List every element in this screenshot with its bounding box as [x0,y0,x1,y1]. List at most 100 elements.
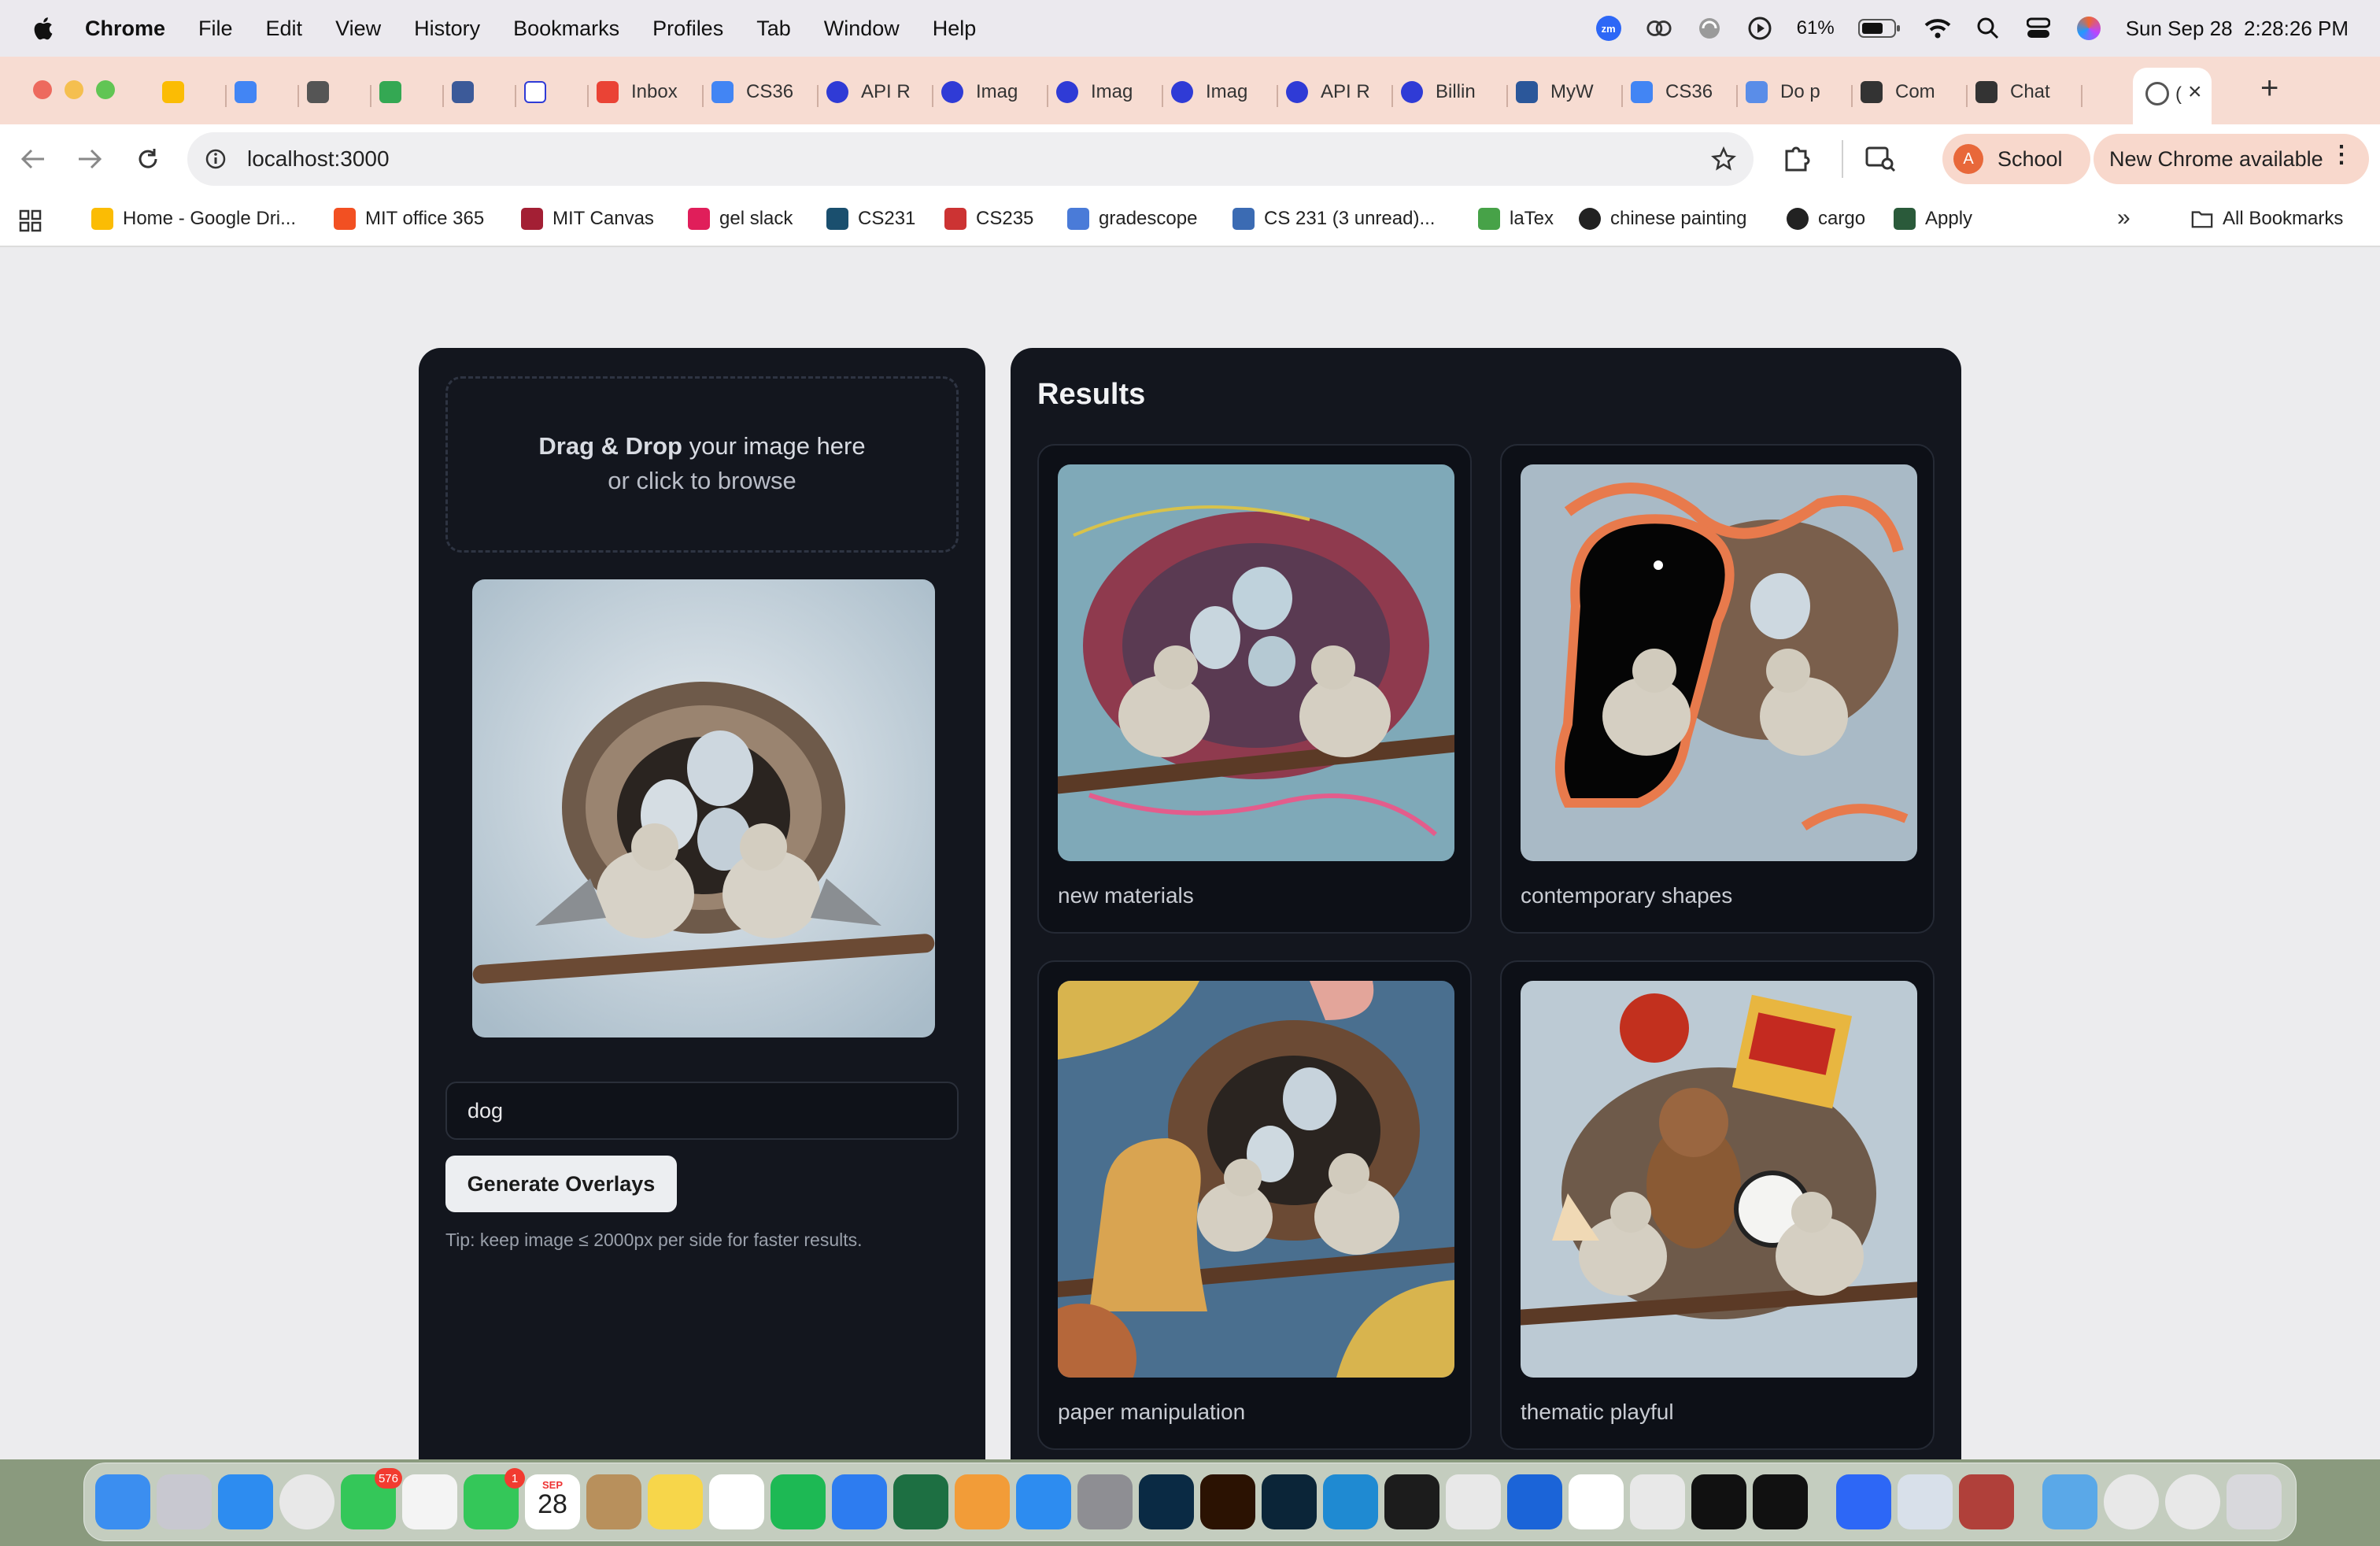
contacts-icon[interactable] [586,1474,641,1529]
control-center-icon[interactable] [2025,15,2052,42]
app-store-icon[interactable] [1016,1474,1071,1529]
facetime-icon[interactable]: 1 [464,1468,525,1529]
browser-tab[interactable]: Do p [1746,71,1846,113]
safari-icon[interactable] [218,1474,273,1529]
webex-icon[interactable] [1507,1474,1562,1529]
spotlight-search-icon[interactable] [1975,15,2001,42]
close-icon[interactable]: × [2188,79,2202,105]
vpn-status-icon[interactable] [1696,15,1723,42]
bookmark-item[interactable]: Apply [1894,208,1972,230]
lightroom-icon[interactable] [1262,1474,1317,1529]
extensions-icon[interactable] [1782,143,1810,173]
bookmark-item[interactable]: CS 231 (3 unread)... [1232,208,1435,230]
browser-tab[interactable]: Imag [941,71,1042,113]
zoom-status-icon[interactable]: zm [1595,15,1622,42]
browser-tab[interactable]: Imag [1171,71,1272,113]
generate-overlays-button[interactable]: Generate Overlays [445,1156,677,1212]
bookmark-item[interactable]: chinese painting [1579,208,1746,230]
finder-icon[interactable] [95,1474,150,1529]
menu-profiles[interactable]: Profiles [652,17,723,41]
chrome-mini-icon[interactable] [2104,1474,2159,1529]
trash-icon[interactable] [2227,1474,2282,1529]
menu-help[interactable]: Help [933,17,977,41]
url-text[interactable]: localhost:3000 [247,146,390,172]
bookmark-star-icon[interactable] [1711,146,1736,172]
result-card-contemporary-shapes[interactable]: contemporary shapes [1500,444,1935,934]
menu-edit[interactable]: Edit [266,17,303,41]
menu-bookmarks[interactable]: Bookmarks [513,17,619,41]
photos-icon[interactable] [402,1474,457,1529]
browser-tab[interactable]: Com [1861,71,1961,113]
bookmark-item[interactable]: cargo [1787,208,1865,230]
bookmarks-overflow-icon[interactable]: » [2117,205,2131,231]
prompt-input[interactable] [445,1082,959,1140]
spotify-icon[interactable] [771,1474,826,1529]
matlab-icon[interactable] [1630,1474,1685,1529]
chrome-mini-icon-2[interactable] [2165,1474,2220,1529]
reload-icon[interactable] [135,146,161,172]
browser-tab[interactable] [452,71,510,113]
battery-icon[interactable] [1857,15,1901,42]
creative-cloud-icon[interactable] [1646,15,1672,42]
dictionary-icon[interactable] [1959,1474,2014,1529]
bookmark-item[interactable]: CS231 [826,208,915,230]
browser-tab[interactable]: API R [826,71,927,113]
illustrator-icon[interactable] [1200,1474,1255,1529]
result-card-thematic-playful[interactable]: thematic playful [1500,960,1935,1450]
menu-view[interactable]: View [335,17,381,41]
browser-tab[interactable] [379,71,438,113]
browser-tab[interactable]: CS36 [711,71,812,113]
menu-window[interactable]: Window [824,17,900,41]
tab-search-icon[interactable] [1865,145,1897,173]
bookmark-item[interactable]: CS235 [944,208,1033,230]
chrome-update-button[interactable]: New Chrome available ⋮ [2094,134,2369,184]
tab-active[interactable]: ( × [2133,68,2212,124]
forward-arrow-icon[interactable] [77,148,102,170]
image-dropzone[interactable]: Drag & Drop your image here or click to … [445,376,959,553]
calendar-icon[interactable]: SEP 28 [525,1474,580,1529]
menu-app-name[interactable]: Chrome [85,17,165,41]
chrome-icon[interactable] [279,1474,334,1529]
wifi-icon[interactable] [1924,15,1951,42]
menu-history[interactable]: History [414,17,480,41]
window-minimize-button[interactable] [65,80,83,99]
address-bar[interactable]: localhost:3000 [187,132,1754,186]
browser-tab[interactable]: API R [1286,71,1387,113]
keynote-icon[interactable] [832,1474,887,1529]
terminal-icon[interactable] [1384,1474,1439,1529]
browser-tab[interactable]: CS36 [1631,71,1731,113]
media-play-icon[interactable] [1746,15,1773,42]
iphone-mirroring-icon[interactable] [1446,1474,1501,1529]
bookmark-item[interactable]: gel slack [688,208,793,230]
more-menu-icon[interactable]: ⋮ [2330,143,2353,167]
bookmark-item[interactable]: MIT Canvas [521,208,654,230]
photoshop-icon[interactable] [1139,1474,1194,1529]
site-info-icon[interactable] [205,148,227,170]
result-card-new-materials[interactable]: new materials [1037,444,1472,934]
profile-button[interactable]: A School [1942,134,2090,184]
browser-tab[interactable] [307,71,365,113]
browser-tab[interactable] [162,71,220,113]
bookmark-item[interactable]: Home - Google Dri... [91,208,296,230]
menu-tab[interactable]: Tab [756,17,791,41]
menu-file[interactable]: File [198,17,233,41]
browser-tab[interactable] [524,71,582,113]
browser-tab[interactable]: MyW [1516,71,1617,113]
notes-icon[interactable] [648,1474,703,1529]
preview-icon[interactable] [1898,1474,1953,1529]
apps-grid-icon[interactable] [19,209,42,233]
browser-tab[interactable]: Imag [1056,71,1157,113]
siri-icon[interactable] [2075,15,2102,42]
zoom-icon[interactable] [1836,1474,1891,1529]
apple-logo-icon[interactable] [31,15,54,42]
freeform-icon[interactable] [709,1474,764,1529]
overflow-app-icon[interactable] [1691,1474,1746,1529]
vscode-icon[interactable] [1323,1474,1378,1529]
new-tab-plus-icon[interactable]: + [2260,71,2278,106]
window-zoom-button[interactable] [96,80,115,99]
pages-icon[interactable] [955,1474,1010,1529]
system-settings-icon[interactable] [1077,1474,1133,1529]
back-arrow-icon[interactable] [20,148,46,170]
result-card-paper-manipulation[interactable]: paper manipulation [1037,960,1472,1450]
menu-clock[interactable]: Sun Sep 28 2:28:26 PM [2126,17,2349,41]
